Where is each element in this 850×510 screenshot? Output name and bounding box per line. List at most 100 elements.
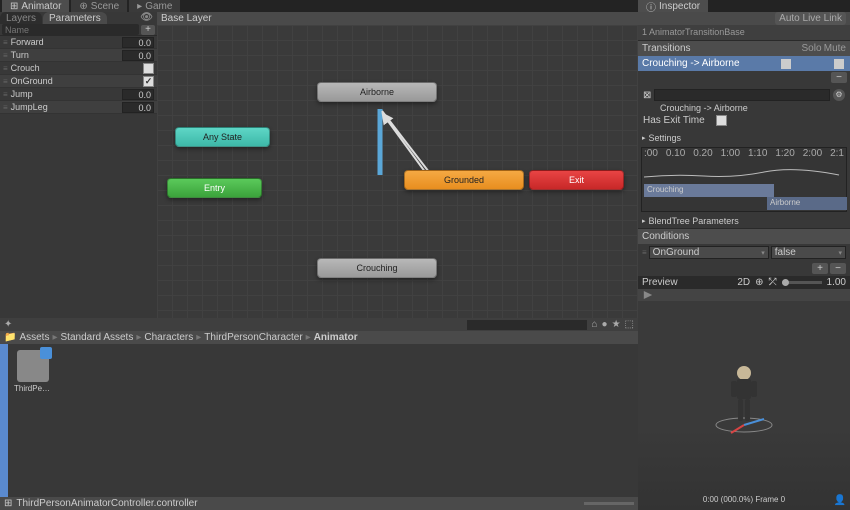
blendtree-foldout[interactable]: BlendTree Parameters (638, 214, 850, 228)
filter-icon2[interactable]: ● (602, 319, 608, 330)
param-value[interactable]: 0.0 (122, 37, 154, 48)
transition-row[interactable]: Crouching -> Airborne (638, 56, 850, 71)
controller-icon: ⊞ (4, 498, 12, 509)
zoom-slider[interactable] (584, 502, 634, 505)
section-label: Conditions (642, 231, 689, 242)
tab-animator[interactable]: ⊞Animator (2, 0, 69, 13)
breadcrumb: 📁 Assets▸ Standard Assets▸ Characters▸ T… (0, 331, 638, 344)
preview-viewport[interactable]: 0:00 (000.0%) Frame 0 👤 (638, 301, 850, 510)
node-airborne[interactable]: Airborne (317, 82, 437, 102)
play-button[interactable] (641, 290, 655, 300)
tab-label: Scene (91, 1, 119, 12)
create-button[interactable]: ✦ (4, 319, 12, 330)
param-name: Jump (11, 89, 122, 99)
sub-tabs: Layers Parameters 👁 (0, 12, 157, 24)
controller-icon (17, 350, 49, 382)
star-icon[interactable]: ★ (612, 319, 621, 330)
param-checkbox[interactable] (143, 76, 154, 87)
settings-foldout[interactable]: Settings (638, 131, 850, 145)
section-label: Transitions (642, 43, 691, 54)
node-entry[interactable]: Entry (167, 178, 262, 198)
condition-value-select[interactable]: false (771, 246, 846, 259)
condition-param-select[interactable]: OnGround (649, 246, 769, 259)
layer-name[interactable]: Base Layer (161, 13, 212, 24)
settings-button[interactable]: ⚙ (833, 89, 845, 101)
tab-label: Inspector (659, 1, 700, 12)
param-search-input[interactable] (2, 24, 139, 35)
node-grounded[interactable]: Grounded (404, 170, 524, 190)
project-panel: ✦ ⌂ ● ★ ⬚ 📁 Assets▸ Standard Assets▸ Cha… (0, 318, 638, 510)
avatar-icon[interactable]: 👤 (834, 495, 846, 506)
filter-icon[interactable]: ⌂ (591, 319, 597, 330)
exit-time-checkbox[interactable] (716, 115, 727, 126)
ik-icon[interactable]: ⤱ (769, 277, 777, 288)
timeline-clip-to[interactable]: Airborne (767, 197, 847, 210)
animator-icon: ⊞ (10, 1, 18, 12)
param-value[interactable]: 0.0 (122, 102, 154, 113)
param-name: Turn (11, 50, 122, 60)
save-icon[interactable]: ⬚ (625, 319, 634, 330)
drag-handle[interactable]: ≡ (3, 103, 8, 112)
transition-icon: ⊠ (643, 90, 651, 101)
tab-inspector[interactable]: ⓘInspector (638, 0, 708, 12)
status-text: ThirdPersonAnimatorController.controller (16, 498, 197, 509)
speed-value: 1.00 (827, 277, 846, 288)
preview-status: 0:00 (000.0%) Frame 0 (703, 495, 785, 504)
transition-name-input[interactable] (654, 89, 830, 101)
param-name: JumpLeg (11, 102, 122, 112)
project-grid[interactable]: ThirdPerson... (8, 344, 638, 497)
param-checkbox[interactable] (143, 63, 154, 74)
param-value[interactable]: 0.0 (122, 89, 154, 100)
eye-toggle[interactable]: 👁 (136, 12, 157, 24)
timeline-curve (644, 162, 850, 182)
subtab-layers[interactable]: Layers (0, 12, 42, 24)
asset-item[interactable]: ThirdPerson... (14, 350, 52, 393)
transition-name-display: Crouching -> Airborne (643, 103, 845, 113)
drag-handle[interactable]: ≡ (3, 90, 8, 99)
subtab-parameters[interactable]: Parameters (43, 12, 107, 24)
pivot-icon[interactable]: ⊕ (755, 277, 763, 288)
param-name: Crouch (11, 63, 143, 73)
drag-handle[interactable]: ≡ (3, 64, 8, 73)
crumb[interactable]: Assets (19, 332, 49, 343)
param-name: OnGround (11, 76, 143, 86)
tab-game[interactable]: ▸Game (129, 0, 180, 13)
timeline-clip-from[interactable]: Crouching (644, 184, 774, 197)
character-preview (709, 355, 779, 435)
drag-handle[interactable]: ≡ (3, 38, 8, 47)
drag-handle[interactable]: ≡ (3, 51, 8, 60)
node-exit[interactable]: Exit (529, 170, 624, 190)
preview-header: Preview 2D ⊕ ⤱ 1.00 (638, 276, 850, 289)
transition-label: Crouching -> Airborne (642, 58, 740, 69)
timeline-ticks: :000.100.201:001:101:202:002:1 (642, 148, 846, 160)
crumb[interactable]: ThirdPersonCharacter (204, 332, 302, 343)
condition-row: ≡ OnGround false (638, 244, 850, 261)
remove-button[interactable]: − (831, 72, 847, 83)
tab-scene[interactable]: ⊕Scene (71, 0, 127, 13)
solo-checkbox[interactable] (781, 59, 791, 69)
parameters-panel: Layers Parameters 👁 + ≡Forward0.0 ≡Turn0… (0, 12, 157, 330)
param-value[interactable]: 0.0 (122, 50, 154, 61)
auto-live-link-button[interactable]: Auto Live Link (775, 12, 846, 25)
2d-toggle[interactable]: 2D (737, 277, 750, 288)
game-icon: ▸ (137, 1, 142, 12)
add-param-button[interactable]: + (141, 25, 155, 35)
inspector-panel: ⓘInspector Crouching -> Airborne 1 Anima… (638, 0, 850, 510)
tab-label: Game (145, 1, 172, 12)
crumb[interactable]: Animator (314, 332, 358, 343)
add-condition-button[interactable]: + (812, 263, 828, 274)
mute-checkbox[interactable] (834, 59, 844, 69)
node-crouching[interactable]: Crouching (317, 258, 437, 278)
crumb[interactable]: Standard Assets (61, 332, 134, 343)
asset-label: ThirdPerson... (14, 384, 52, 393)
remove-condition-button[interactable]: − (830, 263, 846, 274)
node-anystate[interactable]: Any State (175, 127, 270, 147)
drag-handle[interactable]: ≡ (3, 77, 8, 86)
project-statusbar: ⊞ ThirdPersonAnimatorController.controll… (0, 497, 638, 510)
project-scrollbar[interactable] (0, 344, 8, 497)
speed-slider[interactable] (782, 281, 822, 284)
crumb[interactable]: Characters (144, 332, 193, 343)
project-search-input[interactable] (467, 320, 587, 330)
transition-timeline[interactable]: :000.100.201:001:101:202:002:1 Crouching… (641, 147, 847, 212)
param-name: Forward (11, 37, 122, 47)
